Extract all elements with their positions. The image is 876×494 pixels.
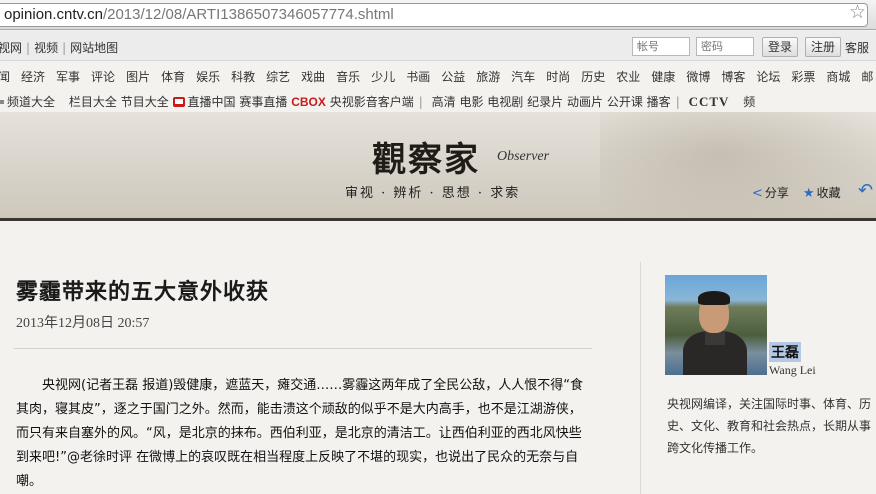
nav-cbox-client[interactable]: 央视影音客户端: [330, 95, 414, 109]
password-input[interactable]: [696, 37, 754, 56]
bullet-icon: [0, 99, 4, 104]
browser-toolbar: opinion.cntv.cn/2013/12/08/ARTI138650734…: [0, 0, 876, 30]
article-body: 央视网(记者王磊 报道)毁健康，遮蓝天，瘫交通……雾霾这两年成了全民公敌，人人恨…: [16, 378, 584, 489]
ink-wash-decoration: [600, 112, 876, 218]
register-button[interactable]: 注册: [805, 37, 841, 57]
nav-tv-drama[interactable]: 电视剧: [487, 95, 523, 109]
column-divider: [640, 262, 641, 494]
nav-item[interactable]: 微博: [686, 68, 710, 85]
section-logo-en: Observer: [497, 149, 550, 164]
article: 雾霾带来的五大意外收获 2013年12月08日 20:57 央视网(记者王磊 报…: [0, 224, 640, 494]
nav-documentary[interactable]: 纪录片: [527, 95, 563, 109]
url-path: /2013/12/08/ARTI1386507346057774.shtml: [102, 6, 394, 23]
top-link-sitemap[interactable]: 网站地图: [70, 41, 118, 55]
nav-open-course[interactable]: 公开课: [607, 95, 643, 109]
nav-event-live[interactable]: 赛事直播: [239, 95, 287, 109]
nav-item[interactable]: 少儿: [371, 68, 395, 85]
nav-item[interactable]: 商城: [826, 68, 850, 85]
nav-hd[interactable]: 高清: [432, 95, 456, 109]
nav-item[interactable]: 书画: [406, 68, 430, 85]
nav-item[interactable]: 戏曲: [301, 68, 325, 85]
service-link[interactable]: 客服: [845, 39, 869, 56]
author-avatar[interactable]: [665, 275, 767, 375]
author-name[interactable]: 王磊: [769, 342, 801, 362]
nav-item[interactable]: 健康: [651, 68, 675, 85]
tv-icon: [172, 97, 185, 107]
nav-item[interactable]: 时尚: [546, 68, 570, 85]
nav-item[interactable]: 音乐: [336, 68, 360, 85]
nav-item[interactable]: 科教: [231, 68, 255, 85]
nav-item[interactable]: 娱乐: [196, 68, 220, 85]
article-title: 雾霾带来的五大意外收获: [16, 279, 270, 305]
nav-item[interactable]: 历史: [581, 68, 605, 85]
nav-item[interactable]: 图片: [126, 68, 150, 85]
nav-item[interactable]: 邮: [861, 68, 873, 85]
share-icon: <: [752, 186, 763, 201]
favorite-label: 收藏: [816, 186, 841, 200]
nav-item[interactable]: 军事: [56, 68, 80, 85]
nav-item[interactable]: 闻: [0, 68, 10, 85]
nav-item[interactable]: 旅游: [476, 68, 500, 85]
nav-columns[interactable]: 栏目大全: [69, 95, 117, 109]
nav-broadcaster[interactable]: 播客: [647, 95, 671, 109]
section-slogan: 审视 · 辨析 · 思想 · 求索: [345, 186, 521, 201]
star-icon[interactable]: ☆: [849, 1, 866, 23]
nav-item[interactable]: 彩票: [791, 68, 815, 85]
top-link-cctv[interactable]: 视网: [0, 41, 22, 55]
nav-movie[interactable]: 电影: [459, 95, 483, 109]
share-button[interactable]: < 分享: [752, 186, 789, 201]
channel-nav: 闻经济 军事 评论 图片 体育 娱乐 科教 综艺 戏曲 音乐 少儿 书画 公益 旅游 汽车 时尚 历史 农业 健康微…: [0, 68, 876, 85]
nav-item[interactable]: 经济: [21, 68, 45, 85]
cctv-logo[interactable]: CCTV: [689, 94, 730, 109]
divider: [14, 348, 592, 349]
nav-channels[interactable]: 频道大全: [7, 95, 55, 109]
share-label: 分享: [764, 186, 789, 200]
address-bar[interactable]: opinion.cntv.cn/2013/12/08/ARTI138650734…: [0, 3, 868, 27]
nav-item[interactable]: 评论: [91, 68, 115, 85]
nav-item[interactable]: 汽车: [511, 68, 535, 85]
nav-live-china[interactable]: 直播中国: [188, 95, 236, 109]
login-button[interactable]: 登录: [762, 37, 798, 57]
section-logo: 觀察家: [372, 140, 480, 180]
favorite-button[interactable]: ★ 收藏: [802, 186, 841, 201]
top-utility-bar: 视网|视频|网站地图 登录 注册 客服: [0, 31, 876, 61]
username-input[interactable]: [632, 37, 690, 56]
nav-item[interactable]: 综艺: [266, 68, 290, 85]
author-name-en: Wang Lei: [769, 363, 816, 377]
top-link-video[interactable]: 视频: [34, 41, 58, 55]
share-toolbar: < 分享 ★ 收藏: [752, 184, 841, 201]
top-links: 视网 | 视频 | 网站地图: [0, 41, 119, 55]
star-icon: ★: [802, 186, 815, 201]
nav-animation[interactable]: 动画片: [567, 95, 603, 109]
nav-item[interactable]: 论坛: [756, 68, 780, 85]
nav-more[interactable]: 频: [743, 95, 755, 109]
url-host: opinion.cntv.cn: [4, 6, 103, 23]
nav-item[interactable]: 博客: [721, 68, 745, 85]
quick-nav: 频道大全 栏目大全 节目大全 直播中国 赛事直播 CBOX 央视影音客户端 | 高…: [0, 93, 876, 110]
nav-item[interactable]: 体育: [161, 68, 185, 85]
nav-item[interactable]: 农业: [616, 68, 640, 85]
back-arrow-icon[interactable]: ↶: [858, 180, 873, 201]
nav-item[interactable]: 公益: [441, 68, 465, 85]
cbox-logo[interactable]: CBOX: [291, 95, 326, 109]
article-datetime: 2013年12月08日 20:57: [16, 316, 150, 331]
nav-programs[interactable]: 节目大全: [121, 95, 169, 109]
observer-banner: 觀察家 Observer 审视 · 辨析 · 思想 · 求索 < 分享 ★ 收藏 ↶: [0, 112, 876, 221]
author-bio: 央视网编译，关注国际时事、体育、历史、文化、教育和社会热点，长期从事跨文化传播工…: [667, 397, 872, 455]
